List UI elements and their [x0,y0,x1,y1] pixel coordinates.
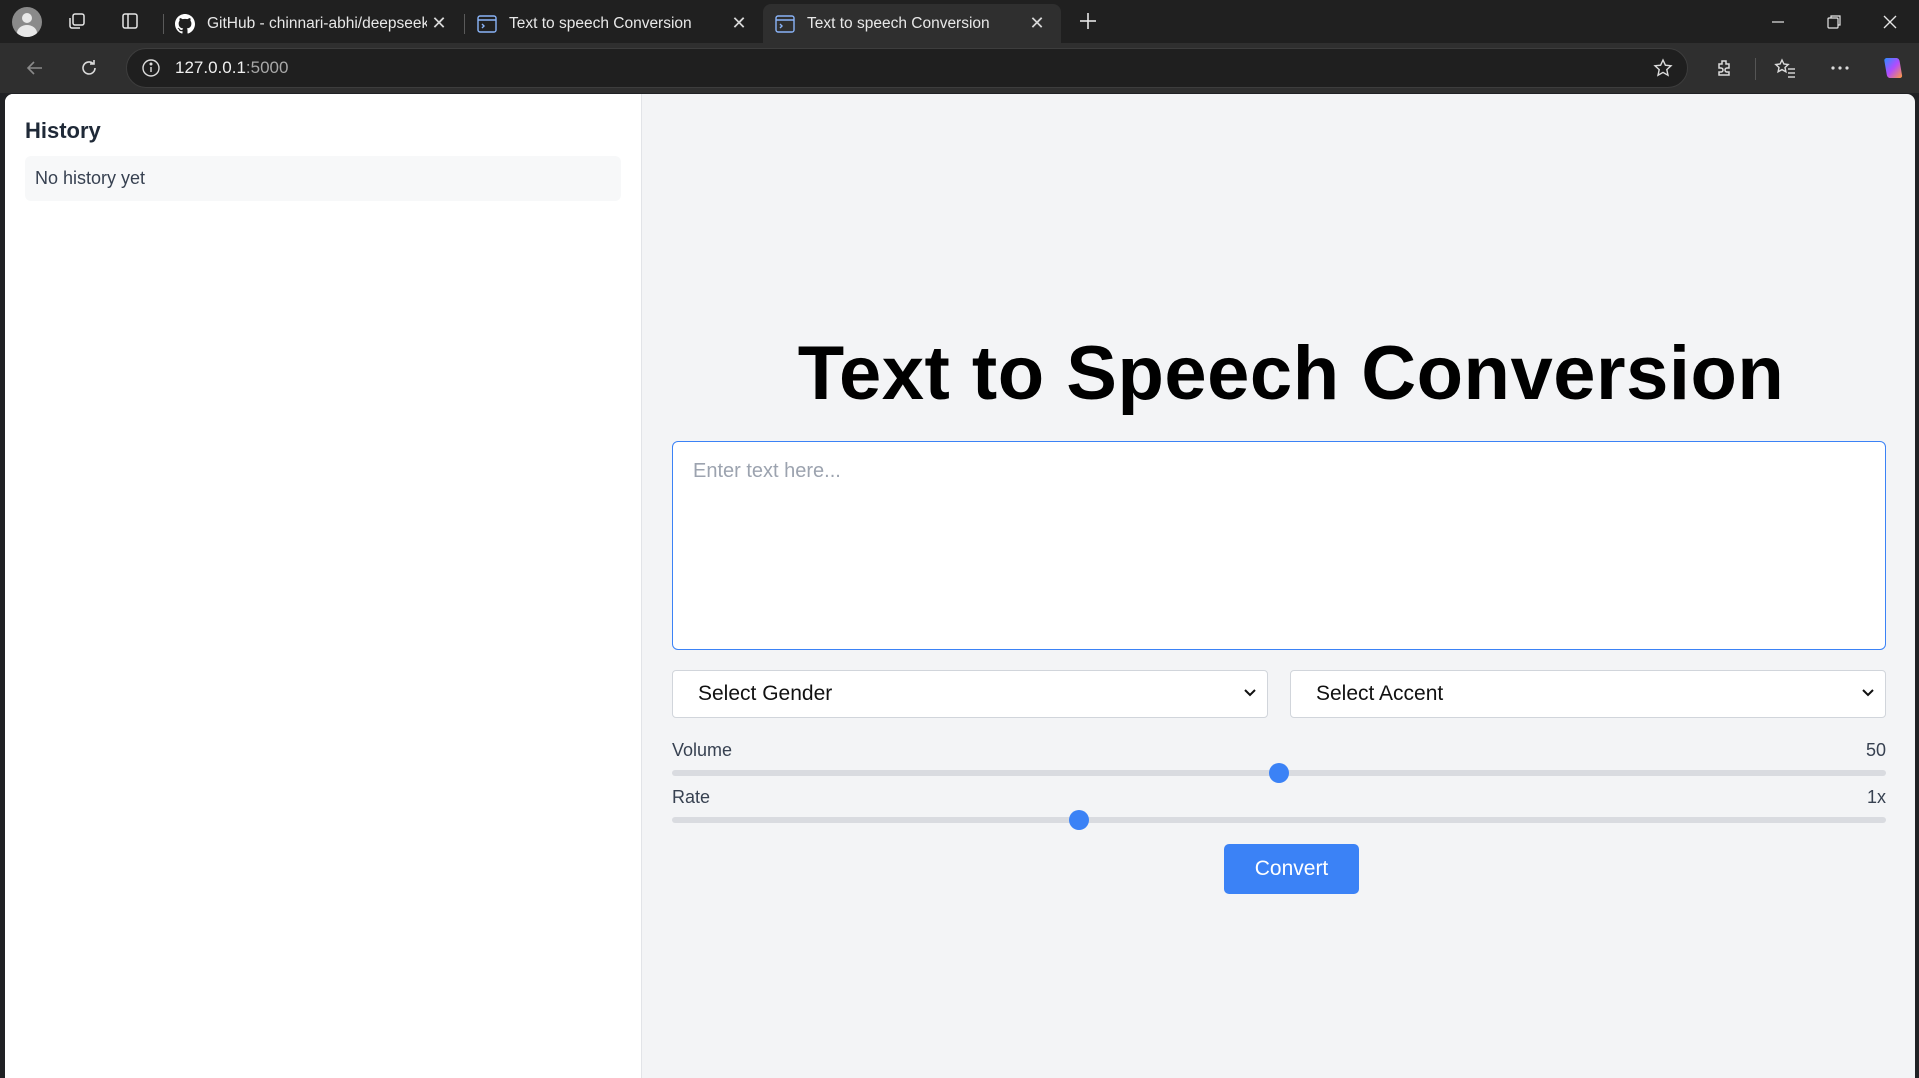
browser-toolbar: 127.0.0.1:5000 [0,43,1919,93]
new-tab-icon[interactable] [1070,3,1106,39]
url-port: :5000 [245,58,289,77]
terminal-icon [477,14,497,34]
text-input[interactable] [672,441,1886,650]
url-host: 127.0.0.1 [175,58,246,77]
github-icon [175,13,195,34]
vertical-tabs-icon[interactable] [112,3,148,39]
tab-title: GitHub - chinnari-abhi/deepseek [207,14,427,32]
extensions-icon[interactable] [1706,50,1742,86]
tab-tts-1[interactable]: Text to speech Conversion ✕ [465,4,763,43]
page-viewport: History No history yet Text to Speech Co… [5,94,1915,1078]
volume-value: 50 [1865,740,1886,760]
reload-icon[interactable] [71,50,107,86]
rate-slider-thumb[interactable] [1068,810,1089,830]
restore-icon[interactable] [1806,0,1862,43]
convert-button[interactable]: Convert [1224,844,1359,894]
site-info-icon[interactable] [127,58,175,78]
toolbar-separator [1755,58,1756,80]
volume-label-row: Volume 50 [672,740,1886,761]
main-panel: Text to Speech Conversion Select Gender … [642,94,1915,1078]
close-icon[interactable]: ✕ [427,12,451,36]
accent-select-value: Select Accent [1316,682,1444,705]
page-title: Text to Speech Conversion [797,331,1785,416]
profile-avatar-icon[interactable] [12,6,42,37]
favorite-star-icon[interactable] [1639,58,1687,78]
rate-label: Rate [672,787,711,807]
tab-tts-active[interactable]: Text to speech Conversion ✕ [763,4,1061,43]
favorites-icon[interactable] [1767,50,1803,86]
minimize-icon[interactable] [1750,0,1806,43]
gender-select[interactable]: Select Gender [672,670,1268,718]
rate-label-row: Rate 1x [672,787,1886,808]
rate-slider[interactable] [672,810,1886,830]
tab-title: Text to speech Conversion [807,14,990,32]
accent-select[interactable]: Select Accent [1290,670,1886,718]
history-title: History [25,118,101,143]
history-empty-message: No history yet [25,156,621,201]
close-window-icon[interactable] [1862,0,1918,43]
more-menu-icon[interactable] [1822,50,1858,86]
volume-slider[interactable] [672,763,1886,783]
chevron-down-icon [1861,685,1875,703]
back-icon[interactable] [17,50,53,86]
terminal-icon [775,14,795,34]
volume-slider-thumb[interactable] [1269,763,1289,783]
close-icon[interactable]: ✕ [727,12,751,36]
chevron-down-icon [1243,685,1257,703]
copilot-icon[interactable] [1876,50,1912,86]
history-sidebar: History No history yet [5,94,642,1078]
workspaces-icon[interactable] [59,3,95,39]
tab-strip: GitHub - chinnari-abhi/deepseek ✕ Text t… [0,0,1919,43]
rate-value: 1x [1866,787,1886,807]
tab-title: Text to speech Conversion [509,14,692,32]
address-bar[interactable]: 127.0.0.1:5000 [126,48,1688,88]
close-icon[interactable]: ✕ [1025,12,1049,36]
gender-select-value: Select Gender [698,682,833,705]
tab-github[interactable]: GitHub - chinnari-abhi/deepseek ✕ [163,4,463,43]
volume-label: Volume [672,740,733,760]
